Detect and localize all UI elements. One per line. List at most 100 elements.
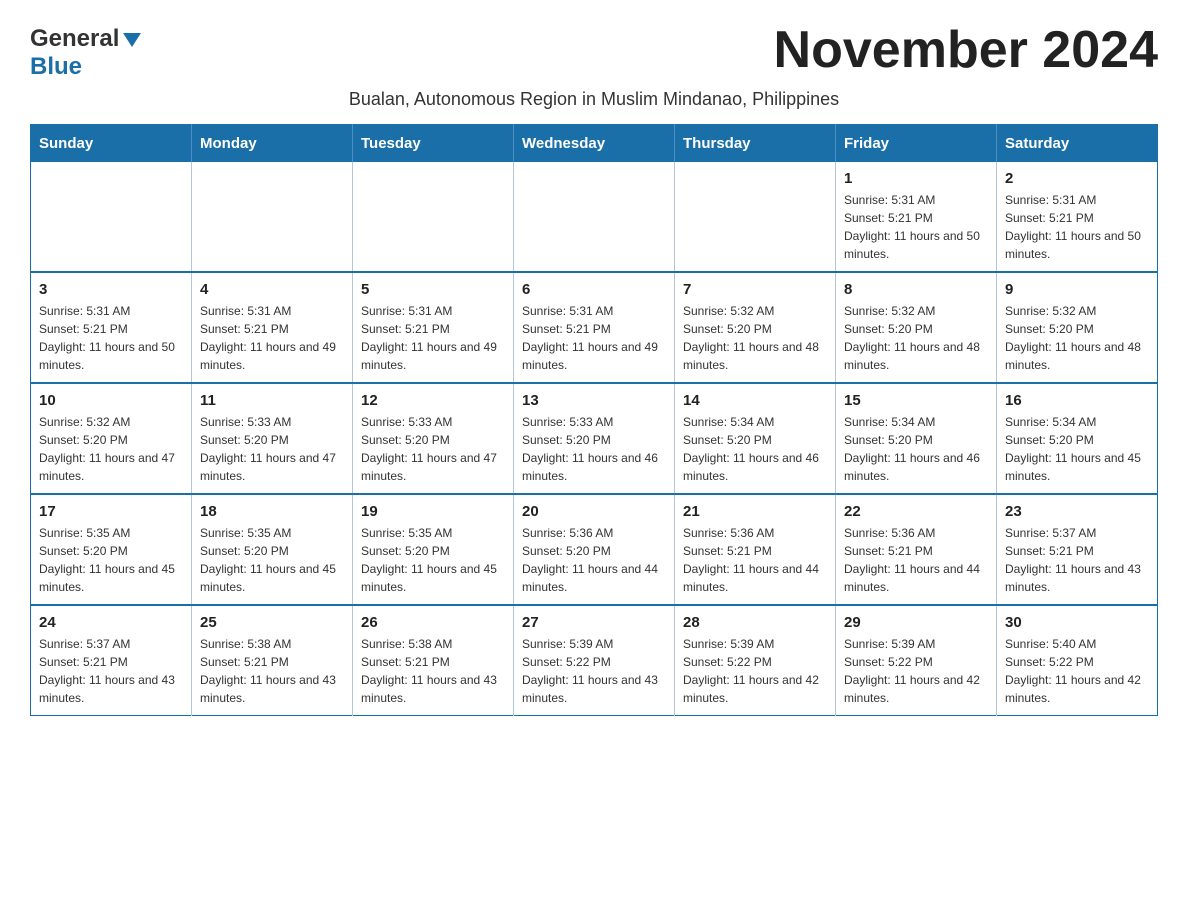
calendar-week-4: 17 Sunrise: 5:35 AMSunset: 5:20 PMDayligh… (31, 494, 1158, 605)
day-info: Sunrise: 5:40 AMSunset: 5:22 PMDaylight:… (1005, 635, 1149, 707)
day-info: Sunrise: 5:31 AMSunset: 5:21 PMDaylight:… (1005, 191, 1149, 263)
calendar-header-tuesday: Tuesday (353, 125, 514, 163)
day-info: Sunrise: 5:38 AMSunset: 5:21 PMDaylight:… (200, 635, 344, 707)
logo-triangle-icon (123, 29, 141, 52)
calendar-cell: 10Sunrise: 5:32 AMSunset: 5:20 PMDayligh… (31, 383, 192, 494)
day-info: Sunrise: 5:34 AMSunset: 5:20 PMDaylight:… (683, 413, 827, 485)
day-number: 25 (200, 614, 344, 631)
day-info: Sunrise: 5:32 AMSunset: 5:20 PMDaylight:… (683, 302, 827, 374)
calendar-cell: 24 Sunrise: 5:37 AMSunset: 5:21 PMDayligh… (31, 605, 192, 716)
day-info: Sunrise: 5:37 AMSunset: 5:21 PMDaylight:… (39, 635, 183, 707)
calendar-cell: 25 Sunrise: 5:38 AMSunset: 5:21 PMDayligh… (192, 605, 353, 716)
logo-blue-text: Blue (30, 53, 82, 80)
day-info: Sunrise: 5:33 AMSunset: 5:20 PMDaylight:… (522, 413, 666, 485)
day-number: 14 (683, 392, 827, 409)
day-number: 1 (844, 170, 988, 187)
day-info: Sunrise: 5:31 AMSunset: 5:21 PMDaylight:… (361, 302, 505, 374)
calendar-cell: 2 Sunrise: 5:31 AMSunset: 5:21 PMDaylight… (997, 162, 1158, 272)
calendar-cell: 18 Sunrise: 5:35 AMSunset: 5:20 PMDayligh… (192, 494, 353, 605)
calendar-header-friday: Friday (836, 125, 997, 163)
calendar-week-3: 10Sunrise: 5:32 AMSunset: 5:20 PMDayligh… (31, 383, 1158, 494)
calendar-header-thursday: Thursday (675, 125, 836, 163)
day-info: Sunrise: 5:31 AMSunset: 5:21 PMDaylight:… (522, 302, 666, 374)
calendar-cell: 3 Sunrise: 5:31 AMSunset: 5:21 PMDaylight… (31, 272, 192, 383)
day-info: Sunrise: 5:32 AMSunset: 5:20 PMDaylight:… (1005, 302, 1149, 374)
day-info: Sunrise: 5:35 AMSunset: 5:20 PMDaylight:… (39, 524, 183, 596)
calendar-cell: 23Sunrise: 5:37 AMSunset: 5:21 PMDayligh… (997, 494, 1158, 605)
calendar-header-sunday: Sunday (31, 125, 192, 163)
day-number: 2 (1005, 170, 1149, 187)
calendar-cell (353, 162, 514, 272)
day-info: Sunrise: 5:36 AMSunset: 5:21 PMDaylight:… (844, 524, 988, 596)
day-number: 4 (200, 281, 344, 298)
day-info: Sunrise: 5:31 AMSunset: 5:21 PMDaylight:… (39, 302, 183, 374)
day-number: 5 (361, 281, 505, 298)
day-info: Sunrise: 5:39 AMSunset: 5:22 PMDaylight:… (683, 635, 827, 707)
day-info: Sunrise: 5:31 AMSunset: 5:21 PMDaylight:… (844, 191, 988, 263)
calendar-cell: 19 Sunrise: 5:35 AMSunset: 5:20 PMDayligh… (353, 494, 514, 605)
day-number: 6 (522, 281, 666, 298)
day-number: 15 (844, 392, 988, 409)
day-number: 17 (39, 503, 183, 520)
calendar-cell: 11Sunrise: 5:33 AMSunset: 5:20 PMDayligh… (192, 383, 353, 494)
calendar-cell: 1 Sunrise: 5:31 AMSunset: 5:21 PMDaylight… (836, 162, 997, 272)
day-info: Sunrise: 5:36 AMSunset: 5:20 PMDaylight:… (522, 524, 666, 596)
day-number: 8 (844, 281, 988, 298)
day-info: Sunrise: 5:37 AMSunset: 5:21 PMDaylight:… (1005, 524, 1149, 596)
day-number: 22 (844, 503, 988, 520)
calendar-header-monday: Monday (192, 125, 353, 163)
calendar-cell: 17 Sunrise: 5:35 AMSunset: 5:20 PMDayligh… (31, 494, 192, 605)
calendar-header-row: SundayMondayTuesdayWednesdayThursdayFrid… (31, 125, 1158, 163)
day-info: Sunrise: 5:38 AMSunset: 5:21 PMDaylight:… (361, 635, 505, 707)
day-number: 19 (361, 503, 505, 520)
calendar-cell: 27Sunrise: 5:39 AMSunset: 5:22 PMDayligh… (514, 605, 675, 716)
calendar-cell: 30 Sunrise: 5:40 AMSunset: 5:22 PMDayligh… (997, 605, 1158, 716)
day-info: Sunrise: 5:36 AMSunset: 5:21 PMDaylight:… (683, 524, 827, 596)
day-number: 26 (361, 614, 505, 631)
day-info: Sunrise: 5:31 AMSunset: 5:21 PMDaylight:… (200, 302, 344, 374)
day-number: 18 (200, 503, 344, 520)
day-info: Sunrise: 5:35 AMSunset: 5:20 PMDaylight:… (200, 524, 344, 596)
calendar-cell: 9 Sunrise: 5:32 AMSunset: 5:20 PMDaylight… (997, 272, 1158, 383)
page-subtitle: Bualan, Autonomous Region in Muslim Mind… (30, 89, 1158, 110)
day-number: 3 (39, 281, 183, 298)
calendar-cell: 26 Sunrise: 5:38 AMSunset: 5:21 PMDayligh… (353, 605, 514, 716)
day-info: Sunrise: 5:35 AMSunset: 5:20 PMDaylight:… (361, 524, 505, 596)
day-number: 13 (522, 392, 666, 409)
day-number: 29 (844, 614, 988, 631)
day-number: 7 (683, 281, 827, 298)
day-info: Sunrise: 5:39 AMSunset: 5:22 PMDaylight:… (844, 635, 988, 707)
month-title: November 2024 (774, 20, 1158, 80)
day-number: 24 (39, 614, 183, 631)
day-info: Sunrise: 5:33 AMSunset: 5:20 PMDaylight:… (361, 413, 505, 485)
calendar-cell: 15 Sunrise: 5:34 AMSunset: 5:20 PMDayligh… (836, 383, 997, 494)
day-number: 30 (1005, 614, 1149, 631)
page-header: General Blue November 2024 (30, 20, 1158, 81)
calendar-cell: 28 Sunrise: 5:39 AMSunset: 5:22 PMDayligh… (675, 605, 836, 716)
calendar-cell (31, 162, 192, 272)
calendar-week-1: 1 Sunrise: 5:31 AMSunset: 5:21 PMDaylight… (31, 162, 1158, 272)
day-info: Sunrise: 5:34 AMSunset: 5:20 PMDaylight:… (844, 413, 988, 485)
calendar-cell: 13 Sunrise: 5:33 AMSunset: 5:20 PMDayligh… (514, 383, 675, 494)
calendar-cell: 14 Sunrise: 5:34 AMSunset: 5:20 PMDayligh… (675, 383, 836, 494)
day-info: Sunrise: 5:39 AMSunset: 5:22 PMDaylight:… (522, 635, 666, 707)
calendar-cell: 8Sunrise: 5:32 AMSunset: 5:20 PMDaylight… (836, 272, 997, 383)
calendar-cell: 6 Sunrise: 5:31 AMSunset: 5:21 PMDaylight… (514, 272, 675, 383)
calendar-cell: 20 Sunrise: 5:36 AMSunset: 5:20 PMDayligh… (514, 494, 675, 605)
day-number: 28 (683, 614, 827, 631)
calendar-week-2: 3 Sunrise: 5:31 AMSunset: 5:21 PMDaylight… (31, 272, 1158, 383)
day-number: 9 (1005, 281, 1149, 298)
calendar-cell (514, 162, 675, 272)
calendar-cell: 7 Sunrise: 5:32 AMSunset: 5:20 PMDaylight… (675, 272, 836, 383)
calendar-cell (675, 162, 836, 272)
calendar-week-5: 24 Sunrise: 5:37 AMSunset: 5:21 PMDayligh… (31, 605, 1158, 716)
logo: General Blue (30, 20, 141, 81)
day-number: 16 (1005, 392, 1149, 409)
day-info: Sunrise: 5:33 AMSunset: 5:20 PMDaylight:… (200, 413, 344, 485)
calendar-cell: 12Sunrise: 5:33 AMSunset: 5:20 PMDayligh… (353, 383, 514, 494)
calendar-cell: 5 Sunrise: 5:31 AMSunset: 5:21 PMDaylight… (353, 272, 514, 383)
calendar-cell: 16Sunrise: 5:34 AMSunset: 5:20 PMDayligh… (997, 383, 1158, 494)
calendar-table: SundayMondayTuesdayWednesdayThursdayFrid… (30, 124, 1158, 716)
day-number: 20 (522, 503, 666, 520)
logo-general-text: General (30, 25, 119, 53)
